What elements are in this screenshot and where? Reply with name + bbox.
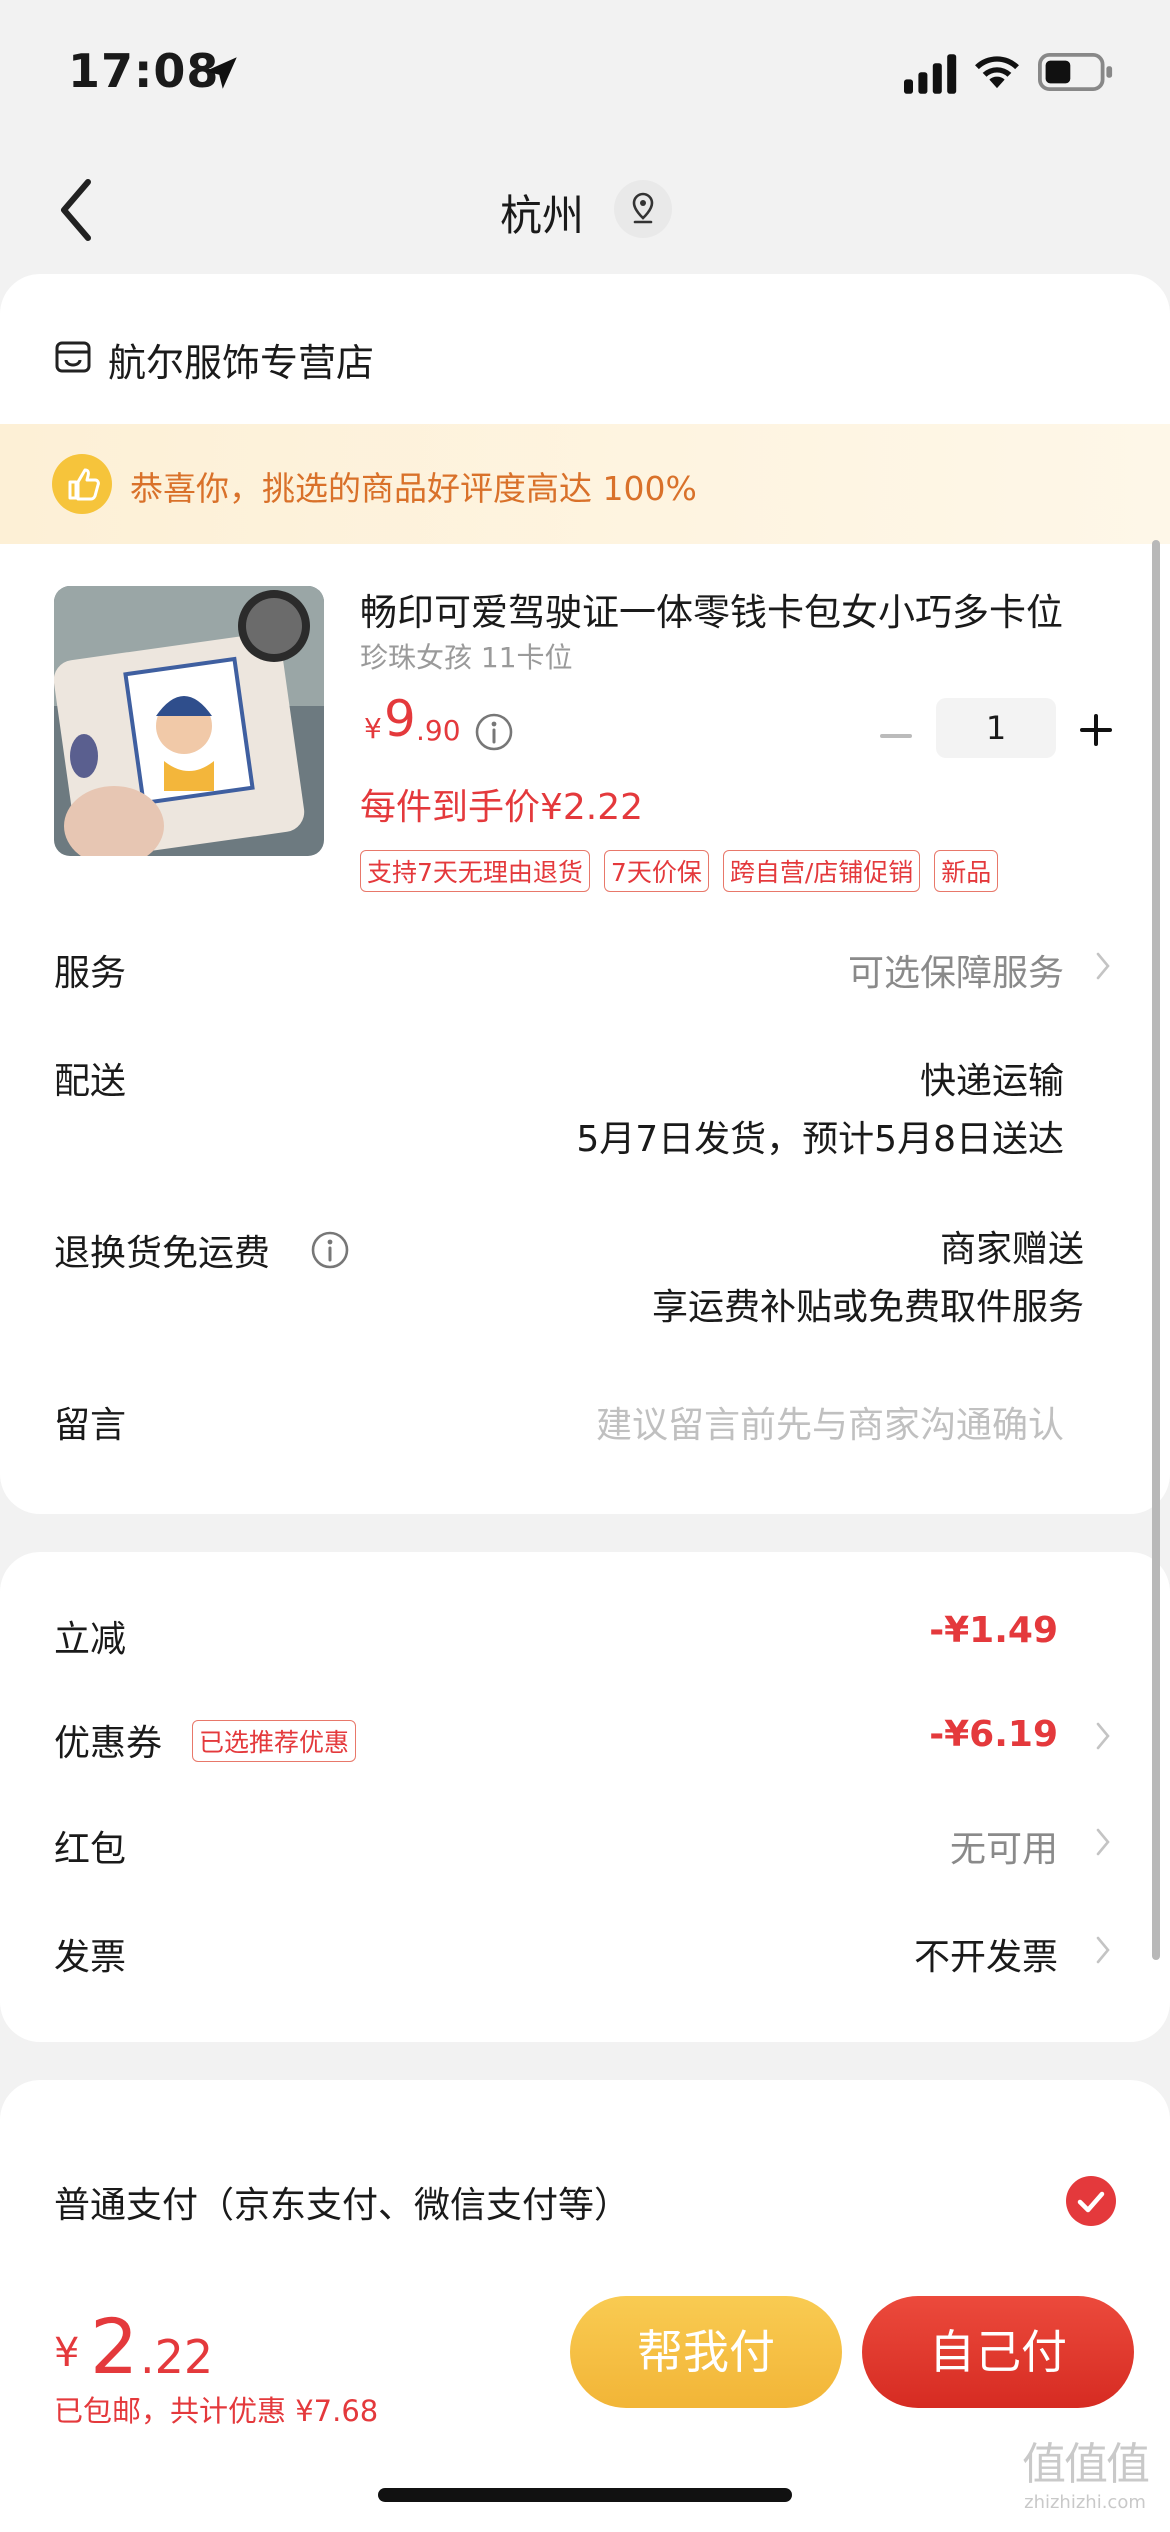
- price-symbol: ¥: [364, 712, 382, 745]
- total-integer: 2: [90, 2302, 139, 2391]
- coupon-badge: 已选推荐优惠: [192, 1720, 357, 1762]
- quantity-plus-button[interactable]: [1076, 710, 1116, 750]
- quantity-minus-button[interactable]: [876, 716, 916, 756]
- price-info-icon[interactable]: [474, 712, 514, 752]
- nav-bar: 杭州: [0, 150, 1170, 270]
- location-pin-button[interactable]: [614, 180, 672, 238]
- price-integer: 9: [384, 690, 416, 748]
- chevron-right-icon[interactable]: [1092, 948, 1114, 984]
- red-packet-label: 红包: [54, 1829, 127, 1870]
- home-indicator[interactable]: [378, 2488, 792, 2502]
- shop-name[interactable]: 航尔服饰专营店: [108, 332, 374, 387]
- invoice-value[interactable]: 不开发票: [914, 1928, 1058, 1980]
- discount-card: 立减 -¥1.49 优惠券 已选推荐优惠 -¥6.19 红包 无可用 发票 不开…: [0, 1552, 1170, 2042]
- product-tag: 7天价保: [603, 850, 709, 892]
- status-bar: 17:08: [0, 0, 1170, 150]
- chevron-right-icon[interactable]: [1092, 1718, 1114, 1754]
- checkmark-icon[interactable]: [1066, 2176, 1116, 2226]
- quantity-value[interactable]: 1: [936, 698, 1056, 758]
- coupon-value[interactable]: -¥6.19: [929, 1714, 1058, 1755]
- scrollbar[interactable]: [1152, 540, 1160, 1960]
- message-input[interactable]: 建议留言前先与商家沟通确认: [596, 1396, 1064, 1448]
- product-tag: 新品: [934, 850, 999, 892]
- price-decimal: .90: [416, 714, 461, 747]
- total-decimal: .22: [140, 2330, 214, 2384]
- product-tag: 跨自营/店铺促销: [722, 850, 921, 892]
- chevron-right-icon[interactable]: [1092, 1824, 1114, 1860]
- red-packet-value[interactable]: 无可用: [950, 1820, 1058, 1872]
- service-label: 服务: [54, 953, 127, 994]
- unit-price: 每件到手价¥2.22: [360, 787, 644, 828]
- back-arrow-icon[interactable]: [56, 178, 96, 242]
- location-pin-icon: [632, 192, 654, 224]
- total-symbol: ¥: [54, 2330, 80, 2376]
- delivery-method: 快递运输: [919, 1061, 1064, 1102]
- status-time: 17:08: [68, 44, 220, 98]
- delivery-time: 5月7日发货，预计5月8日送达: [576, 1119, 1064, 1160]
- watermark-url: zhizhizhi.com: [1024, 2492, 1146, 2513]
- return-value-primary: 商家赠送: [939, 1229, 1084, 1270]
- shop-icon: [55, 341, 91, 373]
- order-card: 航尔服饰专营店 恭喜你，挑选的商品好评度高达 100% 畅印可爱驾驶证一体零钱卡…: [0, 274, 1170, 1514]
- rating-banner-text: 恭喜你，挑选的商品好评度高达 100%: [130, 469, 697, 508]
- coupon-label: 优惠券: [54, 1723, 163, 1764]
- rating-banner: 恭喜你，挑选的商品好评度高达 100%: [0, 424, 1170, 544]
- page-title: 杭州: [500, 191, 585, 240]
- delivery-label: 配送: [54, 1061, 127, 1102]
- normal-payment-option[interactable]: 普通支付（京东支付、微信支付等）: [54, 2176, 630, 2228]
- battery-icon: [1038, 53, 1113, 91]
- message-label: 留言: [54, 1405, 127, 1446]
- checkout-bar: ¥ 2 .22 已包邮，共计优惠 ¥7.68 帮我付 自己付 值值值 zhizh…: [0, 2278, 1170, 2532]
- return-info-icon[interactable]: [310, 1230, 350, 1270]
- location-arrow-icon: [205, 57, 237, 89]
- invoice-label: 发票: [54, 1937, 127, 1978]
- product-tag: 支持7天无理由退货: [360, 850, 590, 892]
- thumbs-up-icon: [52, 454, 112, 514]
- total-subtext: 已包邮，共计优惠 ¥7.68: [54, 2394, 379, 2428]
- instant-discount-value: -¥1.49: [929, 1610, 1058, 1651]
- product-title[interactable]: 畅印可爱驾驶证一体零钱卡包女小巧多卡位: [360, 582, 1120, 636]
- watermark-logo: 值值值: [1022, 2439, 1150, 2490]
- cellular-signal-icon: [904, 54, 957, 94]
- watermark: 值值值 zhizhizhi.com: [1010, 2428, 1160, 2513]
- return-value-secondary: 享运费补贴或免费取件服务: [651, 1287, 1084, 1328]
- product-image[interactable]: [54, 586, 324, 856]
- wifi-icon: [975, 56, 1019, 89]
- help-pay-button[interactable]: 帮我付: [570, 2296, 842, 2408]
- instant-discount-label: 立减: [54, 1619, 127, 1660]
- service-value[interactable]: 可选保障服务: [848, 944, 1064, 996]
- chevron-right-icon[interactable]: [1092, 1932, 1114, 1968]
- self-pay-button[interactable]: 自己付: [862, 2296, 1134, 2408]
- product-spec[interactable]: 珍珠女孩 11卡位: [360, 636, 573, 676]
- product-tags: 支持7天无理由退货 7天价保 跨自营/店铺促销 新品: [360, 850, 999, 892]
- return-label: 退换货免运费: [54, 1233, 271, 1274]
